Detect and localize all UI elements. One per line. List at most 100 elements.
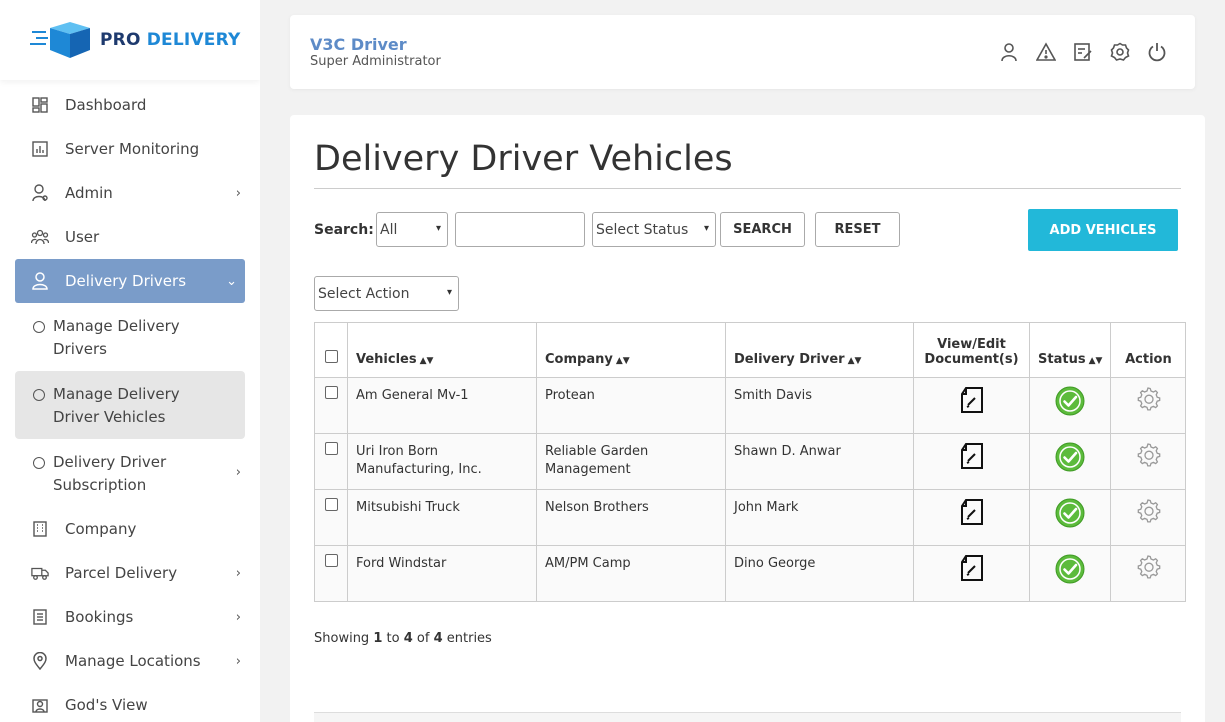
truck-icon	[31, 564, 49, 582]
edit-document-icon[interactable]	[959, 555, 985, 586]
row-checkbox[interactable]	[324, 498, 338, 511]
driver-icon	[31, 272, 49, 290]
action-gear-icon[interactable]	[1135, 555, 1161, 584]
sidebar-item-label: God's View	[65, 696, 148, 714]
row-select-cell	[314, 545, 348, 602]
admin-user-icon	[31, 184, 49, 202]
status-active-check-icon[interactable]	[1055, 386, 1085, 420]
column-header-vehicles[interactable]: Vehicles ▲▼	[347, 322, 537, 378]
sidebar-item-label: Parcel Delivery	[65, 564, 178, 582]
sidebar-nav: Dashboard Server Monitoring Admin › User…	[0, 83, 260, 722]
sort-icon: ▲▼	[1088, 356, 1103, 366]
sidebar-item-label: Server Monitoring	[65, 140, 200, 158]
users-group-icon	[31, 228, 49, 246]
reset-button[interactable]: RESET	[815, 212, 900, 247]
search-input[interactable]	[455, 212, 585, 247]
sidebar-item-server-monitoring[interactable]: Server Monitoring	[15, 127, 245, 171]
sort-icon: ▲▼	[615, 356, 630, 366]
user-name: V3C Driver	[310, 35, 407, 54]
logo[interactable]: PRO DELIVERY	[0, 0, 260, 80]
sidebar-item-gods-view[interactable]: God's View	[15, 683, 245, 722]
row-checkbox[interactable]	[324, 554, 338, 567]
sidebar-subitem-delivery-driver-subscription[interactable]: Delivery Driver Subscription ›	[15, 439, 245, 507]
row-checkbox[interactable]	[324, 386, 338, 399]
pagination-area	[314, 712, 1181, 722]
sidebar-item-label: Delivery Drivers	[65, 272, 187, 290]
brand-name: PRO DELIVERY	[100, 30, 241, 50]
vehicle-cell: Ford Windstar	[347, 545, 537, 602]
column-header-company[interactable]: Company ▲▼	[536, 322, 726, 378]
bookings-list-icon	[31, 608, 49, 626]
sidebar-item-delivery-drivers[interactable]: Delivery Drivers ⌄	[15, 259, 245, 303]
column-header-delivery-driver[interactable]: Delivery Driver ▲▼	[725, 322, 914, 378]
sidebar-item-manage-locations[interactable]: Manage Locations ›	[15, 639, 245, 683]
sidebar-item-admin[interactable]: Admin ›	[15, 171, 245, 215]
add-vehicles-button[interactable]: ADD VEHICLES	[1028, 209, 1178, 251]
company-cell: AM/PM Camp	[536, 545, 726, 602]
column-header-documents: View/Edit Document(s)	[913, 322, 1030, 378]
sidebar-item-label: Dashboard	[65, 96, 147, 114]
status-select-value: Select Status	[596, 221, 689, 238]
dashboard-icon	[31, 96, 49, 114]
sidebar-subitem-manage-delivery-drivers[interactable]: Manage Delivery Drivers	[15, 303, 245, 371]
action-cell	[1110, 433, 1187, 490]
action-gear-icon[interactable]	[1135, 499, 1161, 528]
company-cell: Nelson Brothers	[536, 489, 726, 546]
status-active-check-icon[interactable]	[1055, 442, 1085, 476]
row-checkbox[interactable]	[324, 442, 338, 455]
circle-icon	[33, 457, 45, 469]
delivery-box-icon	[30, 22, 90, 58]
showing-entries: Showing 1 to 4 of 4 entries	[314, 631, 492, 646]
edit-document-icon[interactable]	[959, 499, 985, 530]
sidebar-subitem-manage-delivery-driver-vehicles[interactable]: Manage Delivery Driver Vehicles	[15, 371, 245, 439]
select-all-checkbox[interactable]	[324, 350, 338, 363]
table-row: Am General Mv-1 Protean Smith Davis	[314, 377, 1187, 434]
status-select[interactable]: Select Status ▾	[592, 212, 716, 247]
select-all-cell	[314, 322, 348, 378]
search-label: Search:	[314, 222, 374, 238]
chevron-down-icon: ▾	[446, 287, 452, 298]
sidebar-item-company[interactable]: Company	[15, 507, 245, 551]
sidebar-item-user[interactable]: User	[15, 215, 245, 259]
column-header-status[interactable]: Status ▲▼	[1028, 322, 1112, 378]
alert-warning-icon[interactable]	[1036, 42, 1056, 62]
power-logout-icon[interactable]	[1147, 42, 1167, 62]
sidebar-item-label: User	[65, 228, 100, 246]
sidebar-item-label: Bookings	[65, 608, 134, 626]
company-cell: Reliable Garden Management	[536, 433, 726, 490]
search-button[interactable]: SEARCH	[720, 212, 805, 247]
status-cell	[1028, 377, 1112, 434]
profile-icon[interactable]	[999, 42, 1019, 62]
status-active-check-icon[interactable]	[1055, 554, 1085, 588]
status-active-check-icon[interactable]	[1055, 498, 1085, 532]
sidebar-item-parcel-delivery[interactable]: Parcel Delivery ›	[15, 551, 245, 595]
table-header-row: Vehicles ▲▼ Company ▲▼ Delivery Driver ▲▼ V…	[314, 322, 1187, 378]
document-cell	[913, 433, 1030, 490]
sidebar-item-bookings[interactable]: Bookings ›	[15, 595, 245, 639]
action-gear-icon[interactable]	[1135, 387, 1161, 416]
settings-gear-icon[interactable]	[1110, 42, 1130, 62]
circle-icon	[33, 389, 45, 401]
row-select-cell	[314, 489, 348, 546]
search-filter-select[interactable]: All ▾	[376, 212, 448, 247]
user-role: Super Administrator	[310, 54, 441, 69]
vehicles-table: Vehicles ▲▼ Company ▲▼ Delivery Driver ▲▼ V…	[314, 322, 1187, 602]
status-cell	[1028, 489, 1112, 546]
edit-note-icon[interactable]	[1073, 42, 1093, 62]
row-select-cell	[314, 433, 348, 490]
edit-document-icon[interactable]	[959, 387, 985, 418]
driver-cell: Smith Davis	[725, 377, 914, 434]
sidebar-item-dashboard[interactable]: Dashboard	[15, 83, 245, 127]
page-title: Delivery Driver Vehicles	[314, 139, 733, 179]
sidebar-subitem-label: Delivery Driver Subscription	[53, 453, 167, 494]
sidebar-item-label: Manage Locations	[65, 652, 201, 670]
edit-document-icon[interactable]	[959, 443, 985, 474]
status-cell	[1028, 433, 1112, 490]
action-gear-icon[interactable]	[1135, 443, 1161, 472]
chevron-down-icon: ⌄	[226, 274, 237, 289]
building-icon	[31, 520, 49, 538]
driver-cell: Shawn D. Anwar	[725, 433, 914, 490]
map-user-icon	[31, 696, 49, 714]
bulk-action-select[interactable]: Select Action ▾	[314, 276, 459, 311]
action-cell	[1110, 489, 1187, 546]
